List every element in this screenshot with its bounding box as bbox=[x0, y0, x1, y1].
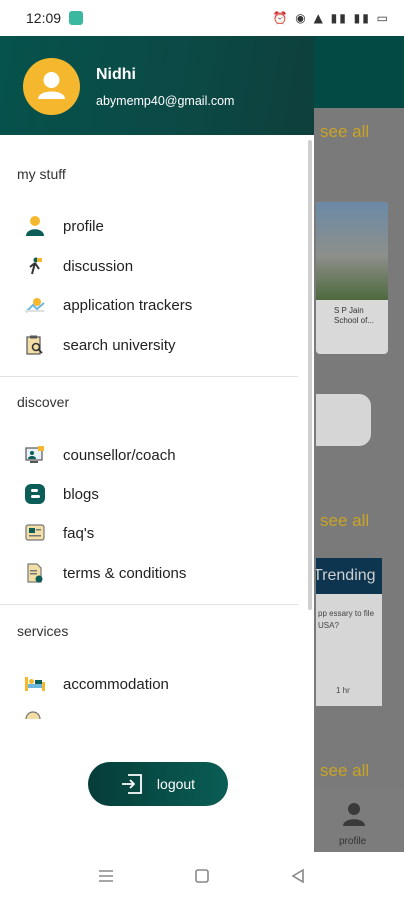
notification-icon bbox=[69, 11, 84, 25]
profile-nav-icon[interactable] bbox=[343, 802, 365, 826]
menu-label-terms-conditions: terms & conditions bbox=[63, 564, 187, 582]
profile-nav-label: profile bbox=[339, 836, 367, 847]
section-discover: discover bbox=[17, 394, 70, 410]
university-card-title: S P Jain School of... bbox=[334, 306, 375, 325]
menu-label-search-university: search university bbox=[63, 336, 176, 354]
status-time: 12:09 bbox=[26, 10, 62, 26]
see-all-link[interactable]: see all bbox=[320, 511, 369, 531]
menu-item-application-trackers[interactable]: application trackers bbox=[0, 287, 300, 323]
see-all-link[interactable]: see all bbox=[320, 761, 369, 781]
menu-item-search-university[interactable]: search university bbox=[0, 327, 300, 363]
menu-icon[interactable] bbox=[96, 866, 116, 886]
background-pill[interactable] bbox=[316, 394, 371, 446]
university-card[interactable]: S P Jain School of... bbox=[316, 202, 388, 354]
search-document-icon bbox=[24, 334, 46, 356]
menu-label-accommodation: accommodation bbox=[63, 675, 169, 693]
counsellor-icon bbox=[24, 444, 46, 466]
menu-label-faqs: faq's bbox=[63, 524, 95, 542]
drawer-scrollbar[interactable] bbox=[308, 140, 312, 610]
logout-label: logout bbox=[156, 776, 196, 792]
menu-label-application-trackers: application trackers bbox=[63, 296, 193, 314]
status-bar: 12:09 ⏰ ◉ ▲ ▮▮ ▮▮ ▭ bbox=[0, 0, 404, 36]
avatar[interactable] bbox=[23, 58, 80, 115]
menu-label-blogs: blogs bbox=[63, 485, 99, 503]
application-tracker-icon bbox=[24, 294, 46, 316]
menu-label-counsellor-coach: counsellor/coach bbox=[63, 446, 176, 464]
logout-icon bbox=[121, 774, 142, 794]
user-icon bbox=[38, 72, 65, 99]
trending-banner: Trending bbox=[316, 558, 382, 594]
blogger-icon bbox=[24, 483, 46, 505]
drawer-header: Nidhi abymemp40@gmail.com bbox=[0, 36, 314, 135]
menu-item-blogs[interactable]: blogs bbox=[0, 476, 300, 512]
discussion-icon bbox=[24, 255, 46, 277]
menu-label-profile: profile bbox=[63, 217, 104, 235]
next-item-icon bbox=[24, 711, 42, 719]
section-my-stuff: my stuff bbox=[17, 166, 66, 182]
user-email: abymemp40@gmail.com bbox=[96, 94, 235, 108]
menu-label-discussion: discussion bbox=[63, 257, 134, 275]
faq-icon bbox=[24, 522, 46, 544]
system-nav-bar bbox=[0, 852, 404, 900]
back-icon[interactable] bbox=[288, 866, 308, 886]
user-name: Nidhi bbox=[96, 66, 136, 83]
terms-document-icon bbox=[24, 562, 46, 584]
menu-item-faqs[interactable]: faq's bbox=[0, 515, 300, 551]
navigation-drawer: Nidhi abymemp40@gmail.com my stuff profi… bbox=[0, 36, 314, 852]
divider bbox=[0, 376, 298, 377]
person-icon bbox=[24, 215, 46, 237]
divider bbox=[0, 604, 298, 605]
section-services: services bbox=[17, 623, 69, 639]
see-all-link[interactable]: see all bbox=[320, 122, 369, 142]
university-image bbox=[316, 202, 388, 300]
status-icons: ⏰ ◉ ▲ ▮▮ ▮▮ ▭ bbox=[272, 11, 390, 25]
home-icon[interactable] bbox=[192, 866, 212, 886]
logout-button[interactable]: logout bbox=[88, 762, 228, 806]
menu-item-counsellor-coach[interactable]: counsellor/coach bbox=[0, 437, 300, 473]
post-time: 1 hr bbox=[336, 686, 350, 695]
menu-item-discussion[interactable]: discussion bbox=[0, 248, 300, 284]
menu-item-terms-conditions[interactable]: terms & conditions bbox=[0, 555, 300, 591]
bed-icon bbox=[24, 673, 46, 695]
menu-item-accommodation[interactable]: accommodation bbox=[0, 666, 300, 702]
menu-item-profile[interactable]: profile bbox=[0, 208, 300, 244]
